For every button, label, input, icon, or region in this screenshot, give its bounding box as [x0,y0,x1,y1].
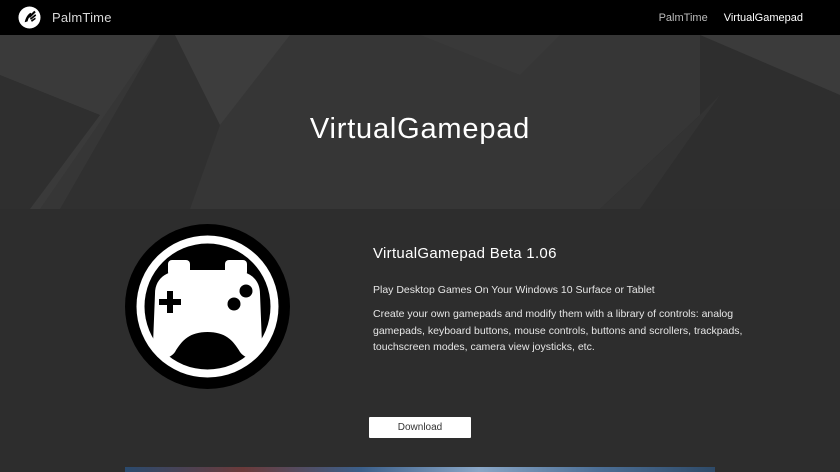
hero-title: VirtualGamepad [309,113,531,145]
brand-name: PalmTime [52,10,112,25]
download-button[interactable]: Download [369,417,471,438]
palmtime-logo-icon [18,6,41,29]
gamepad-icon [125,224,290,389]
hero-banner: VirtualGamepad [0,35,840,209]
nav-link-virtualgamepad[interactable]: VirtualGamepad [724,12,803,24]
product-tagline: Play Desktop Games On Your Windows 10 Su… [373,284,655,296]
top-navbar: PalmTime PalmTime VirtualGamepad [0,0,840,35]
product-title: VirtualGamepad Beta 1.06 [373,245,557,262]
product-section: VirtualGamepad Beta 1.06 Play Desktop Ga… [0,209,840,472]
brand[interactable]: PalmTime [18,6,112,29]
app-screenshot-preview [125,467,715,472]
product-description: Create your own gamepads and modify them… [373,308,743,353]
nav-link-palmtime[interactable]: PalmTime [659,12,708,24]
nav-links: PalmTime VirtualGamepad [643,0,803,35]
